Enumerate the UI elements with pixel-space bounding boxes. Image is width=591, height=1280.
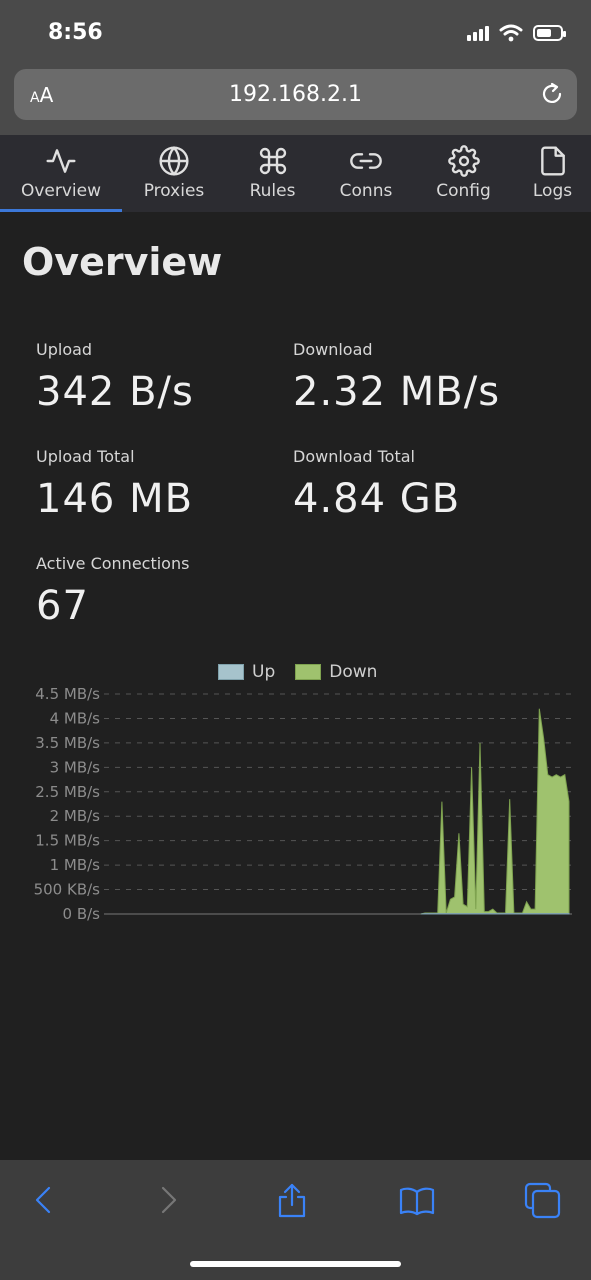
legend-swatch-down[interactable] bbox=[295, 664, 322, 680]
url-bar[interactable]: AA 192.168.2.1 bbox=[14, 69, 577, 120]
share-button[interactable] bbox=[272, 1180, 312, 1220]
stat-value: 2.32 MB/s bbox=[293, 369, 501, 415]
tab-label: Proxies bbox=[143, 181, 205, 201]
stat-label: Download bbox=[293, 340, 373, 359]
link-icon bbox=[350, 153, 382, 169]
series-up-area bbox=[420, 913, 570, 915]
forward-icon bbox=[161, 1186, 177, 1214]
bookmarks-icon bbox=[399, 1187, 435, 1216]
back-button[interactable] bbox=[24, 1180, 64, 1220]
stat-label: Upload bbox=[36, 340, 93, 359]
file-icon bbox=[540, 146, 565, 176]
tab-overview[interactable]: Overview bbox=[0, 135, 122, 212]
stat-download: Download 2.32 MB/s bbox=[293, 340, 500, 415]
legend-swatch-up[interactable] bbox=[218, 664, 244, 680]
command-icon bbox=[259, 147, 286, 175]
y-tick-label: 4 MB/s bbox=[50, 709, 101, 727]
gear-icon bbox=[447, 145, 480, 177]
page-title: Overview bbox=[22, 240, 223, 284]
y-tick-label: 500 KB/s bbox=[34, 881, 101, 899]
stat-value: 342 B/s bbox=[36, 369, 194, 415]
traffic-chart: 0 B/s 500 KB/s 1 MB/s 1.5 MB/s 2 MB/s 2.5 MB/… bbox=[34, 685, 572, 923]
nav-tabs: Overview Proxies Rules Conns Config Logs bbox=[0, 135, 591, 212]
y-tick-label: 4.5 MB/s bbox=[35, 685, 100, 703]
stat-upload: Upload 342 B/s bbox=[36, 340, 194, 415]
tab-logs[interactable]: Logs bbox=[514, 135, 591, 212]
chart-legend: Up Down bbox=[218, 662, 377, 682]
globe-icon bbox=[159, 146, 189, 176]
legend-label-down[interactable]: Down bbox=[329, 662, 377, 682]
tab-label: Conns bbox=[339, 181, 393, 201]
status-time: 8:56 bbox=[48, 20, 103, 45]
y-tick-label: 0 B/s bbox=[63, 905, 101, 923]
tabs-icon bbox=[524, 1182, 561, 1219]
stat-label: Active Connections bbox=[36, 554, 190, 573]
y-tick-label: 2 MB/s bbox=[50, 807, 101, 825]
tab-label: Rules bbox=[249, 181, 296, 201]
stat-download-total: Download Total 4.84 GB bbox=[293, 447, 460, 522]
stat-value: 67 bbox=[36, 583, 89, 629]
series-down-area bbox=[420, 708, 570, 915]
tab-label: Config bbox=[436, 181, 491, 201]
tab-rules[interactable]: Rules bbox=[226, 135, 319, 212]
stat-active-connections: Active Connections 67 bbox=[36, 554, 189, 629]
reload-icon[interactable] bbox=[539, 81, 565, 107]
home-indicator bbox=[190, 1261, 401, 1267]
activity-icon bbox=[46, 149, 76, 173]
battery-icon bbox=[533, 25, 566, 41]
tab-label: Logs bbox=[532, 181, 573, 201]
stat-label: Download Total bbox=[293, 447, 415, 466]
tabs-button[interactable] bbox=[522, 1180, 562, 1220]
forward-button[interactable] bbox=[148, 1180, 188, 1220]
tab-label: Overview bbox=[20, 181, 102, 201]
stat-value: 4.84 GB bbox=[293, 476, 461, 522]
stat-label: Upload Total bbox=[36, 447, 135, 466]
stat-upload-total: Upload Total 146 MB bbox=[36, 447, 193, 522]
tab-proxies[interactable]: Proxies bbox=[122, 135, 226, 212]
back-icon bbox=[35, 1186, 51, 1214]
wifi-icon bbox=[499, 24, 523, 42]
stat-value: 146 MB bbox=[36, 476, 194, 522]
tab-config[interactable]: Config bbox=[413, 135, 514, 212]
cellular-signal-icon bbox=[467, 25, 489, 41]
share-icon bbox=[278, 1183, 306, 1218]
y-tick-label: 2.5 MB/s bbox=[35, 783, 100, 801]
y-tick-label: 3.5 MB/s bbox=[35, 734, 100, 752]
legend-label-up[interactable]: Up bbox=[252, 662, 275, 682]
tab-conns[interactable]: Conns bbox=[319, 135, 413, 212]
browser-top-bar: 8:56 AA 192.168.2.1 bbox=[0, 0, 591, 135]
y-tick-label: 1 MB/s bbox=[50, 856, 101, 874]
url-text[interactable]: 192.168.2.1 bbox=[14, 82, 577, 107]
y-tick-label: 1.5 MB/s bbox=[35, 832, 100, 850]
y-tick-label: 3 MB/s bbox=[50, 758, 101, 776]
status-icons bbox=[467, 24, 566, 42]
bookmarks-button[interactable] bbox=[397, 1180, 437, 1220]
